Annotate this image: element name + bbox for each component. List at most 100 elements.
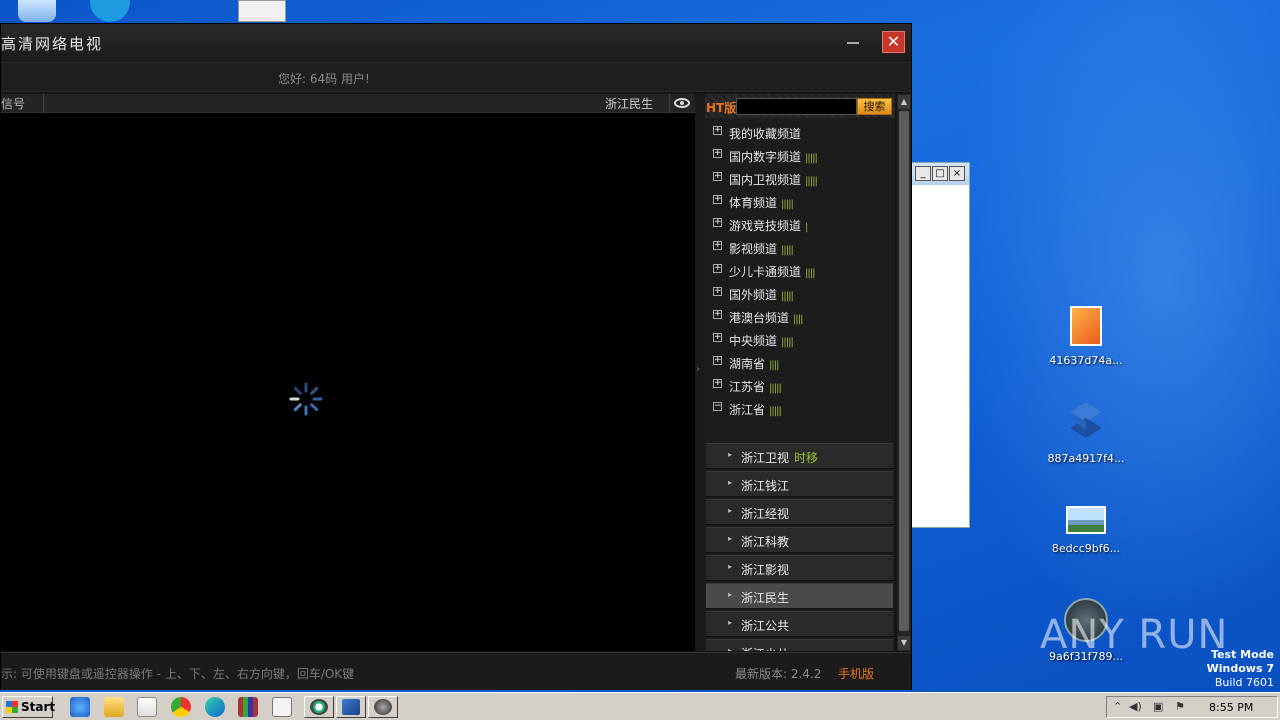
category-item[interactable]: + 体育频道 ||||| [705, 190, 895, 213]
chrome-icon[interactable] [171, 697, 191, 717]
category-item[interactable]: + 国外频道 ||||| [705, 282, 895, 305]
category-label: 影视频道 ||||| [729, 240, 794, 257]
category-item[interactable]: − 浙江省 ||||| [705, 397, 895, 420]
bg-maximize-button[interactable]: □ [932, 166, 948, 181]
category-item[interactable]: + 国内数字频道 ||||| [705, 144, 895, 167]
app-task-icon [310, 699, 328, 715]
desktop-icon-file-2[interactable]: 887a4917f4... [1041, 400, 1131, 465]
collapse-icon[interactable]: − [713, 402, 722, 411]
expand-icon[interactable]: + [713, 333, 722, 342]
close-button[interactable]: ✕ [882, 31, 905, 53]
search-button[interactable]: 搜索 [857, 98, 892, 115]
category-item[interactable]: + 港澳台频道 |||| [705, 305, 895, 328]
channel-item[interactable]: ▸ 浙江影视 [706, 555, 893, 581]
search-input[interactable] [736, 98, 857, 115]
edge-icon[interactable] [205, 697, 225, 717]
document-icon[interactable] [238, 0, 286, 22]
category-label: 游戏竞技频道 | [729, 217, 809, 234]
desktop-icon-label: 41637d74a... [1049, 354, 1123, 367]
blue-cube-icon [1070, 402, 1102, 438]
scroll-thumb[interactable] [899, 111, 909, 631]
category-label: 港澳台频道 |||| [729, 309, 804, 326]
chevron-up-icon[interactable]: ⌃ [1113, 700, 1122, 713]
expand-icon[interactable]: + [713, 379, 722, 388]
taskbar-task-2[interactable] [336, 696, 366, 718]
category-name: 浙江省 [729, 403, 766, 417]
expand-icon[interactable]: + [713, 126, 722, 135]
channel-name: 浙江民生 [741, 591, 790, 605]
system-tray: ⌃ ◀) ▣ ⚑ 8:55 PM [1106, 696, 1278, 718]
category-item[interactable]: + 中央频道 ||||| [705, 328, 895, 351]
category-item[interactable]: + 国内卫视频道 ||||| [705, 167, 895, 190]
signal-bars: ||||| [781, 291, 794, 302]
expand-icon[interactable]: + [713, 264, 722, 273]
channel-item[interactable]: ▸ 浙江公共 [706, 611, 893, 637]
expand-icon[interactable]: + [713, 356, 722, 365]
expand-icon[interactable]: + [713, 310, 722, 319]
bg-close-button[interactable]: × [949, 166, 965, 181]
clock[interactable]: 8:55 PM [1209, 701, 1253, 714]
category-item[interactable]: + 游戏竞技频道 | [705, 213, 895, 236]
ht-version-label: HT版 [706, 101, 737, 115]
category-item[interactable]: + 少儿卡通频道 |||| [705, 259, 895, 282]
channel-item[interactable]: ▸ 浙江钱江 [706, 471, 893, 497]
mobile-version-link[interactable]: 手机版 [838, 665, 874, 682]
channel-label: 浙江钱江 [741, 477, 789, 494]
eye-icon[interactable] [674, 98, 690, 108]
signal-bars: |||| [805, 268, 816, 279]
bg-minimize-button[interactable]: _ [915, 166, 931, 181]
category-item[interactable]: + 湖南省 |||| [705, 351, 895, 374]
start-button[interactable]: Start [2, 696, 55, 718]
desktop-icon-file-3[interactable]: 8edcc9bf6... [1041, 500, 1131, 555]
orange-file-icon [1070, 306, 1102, 346]
notepad-icon[interactable] [272, 697, 292, 717]
winrar-icon[interactable] [238, 697, 258, 717]
scroll-down-icon[interactable]: ▼ [898, 636, 910, 650]
sidebar-collapse-strip[interactable]: › [695, 94, 705, 651]
category-item[interactable]: + 我的收藏频道 [705, 121, 895, 144]
minimize-button[interactable] [847, 42, 859, 44]
timeshift-badge[interactable]: 时移 [794, 451, 818, 465]
expand-icon[interactable]: + [713, 218, 722, 227]
app-title: 高清网络电视 [1, 35, 104, 53]
internet-explorer-icon[interactable] [70, 697, 90, 717]
channel-item[interactable]: ▸ 浙江经视 [706, 499, 893, 525]
scroll-up-icon[interactable]: ▲ [898, 95, 910, 109]
category-item[interactable]: + 江苏省 ||||| [705, 374, 895, 397]
category-item[interactable]: + 影视频道 ||||| [705, 236, 895, 259]
channel-item[interactable]: ▸ 浙江民生 [706, 583, 893, 609]
recycle-bin-icon[interactable] [18, 0, 56, 22]
media-player-icon[interactable] [137, 697, 157, 717]
skype-icon[interactable] [90, 0, 130, 22]
signal-bars: ||||| [781, 245, 794, 256]
folder-icon[interactable] [104, 697, 124, 717]
expand-icon[interactable]: + [713, 241, 722, 250]
caret-right-icon: ▸ [728, 506, 733, 515]
network-icon[interactable]: ▣ [1153, 700, 1163, 713]
category-label: 体育频道 ||||| [729, 194, 794, 211]
signal-bars: |||| [769, 360, 780, 371]
status-bar: 示: 可使用键盘或遥控器操作 - 上、下、左、右方向键，回车/OK键 最新版本:… [1, 652, 911, 690]
video-area[interactable] [1, 113, 695, 651]
signal-label: 信号 [1, 97, 26, 111]
category-name: 体育频道 [729, 196, 778, 210]
channel-item[interactable]: ▸ 浙江科教 [706, 527, 893, 553]
expand-icon[interactable]: + [713, 287, 722, 296]
search-row: HT版 搜索 [705, 94, 895, 118]
flag-icon[interactable]: ⚑ [1175, 700, 1185, 713]
media-task-icon [374, 699, 392, 715]
taskbar-task-3[interactable] [368, 696, 398, 718]
channel-item[interactable]: ▸ 浙江少儿 [706, 639, 893, 651]
category-label: 湖南省 |||| [729, 355, 780, 372]
chevron-right-icon[interactable]: › [696, 364, 700, 375]
channel-item[interactable]: ▸ 浙江卫视 时移 [706, 443, 893, 469]
sidebar-scrollbar[interactable]: ▲ ▼ [897, 94, 911, 651]
desktop-icon-file-1[interactable]: 41637d74a... [1041, 306, 1131, 367]
volume-icon[interactable]: ◀) [1129, 700, 1142, 713]
expand-icon[interactable]: + [713, 172, 722, 181]
expand-icon[interactable]: + [713, 195, 722, 204]
expand-icon[interactable]: + [713, 149, 722, 158]
taskbar-task-1[interactable] [304, 696, 334, 718]
desktop-icon-label: 887a4917f4... [1047, 452, 1125, 465]
channel-name: 浙江钱江 [741, 479, 790, 493]
